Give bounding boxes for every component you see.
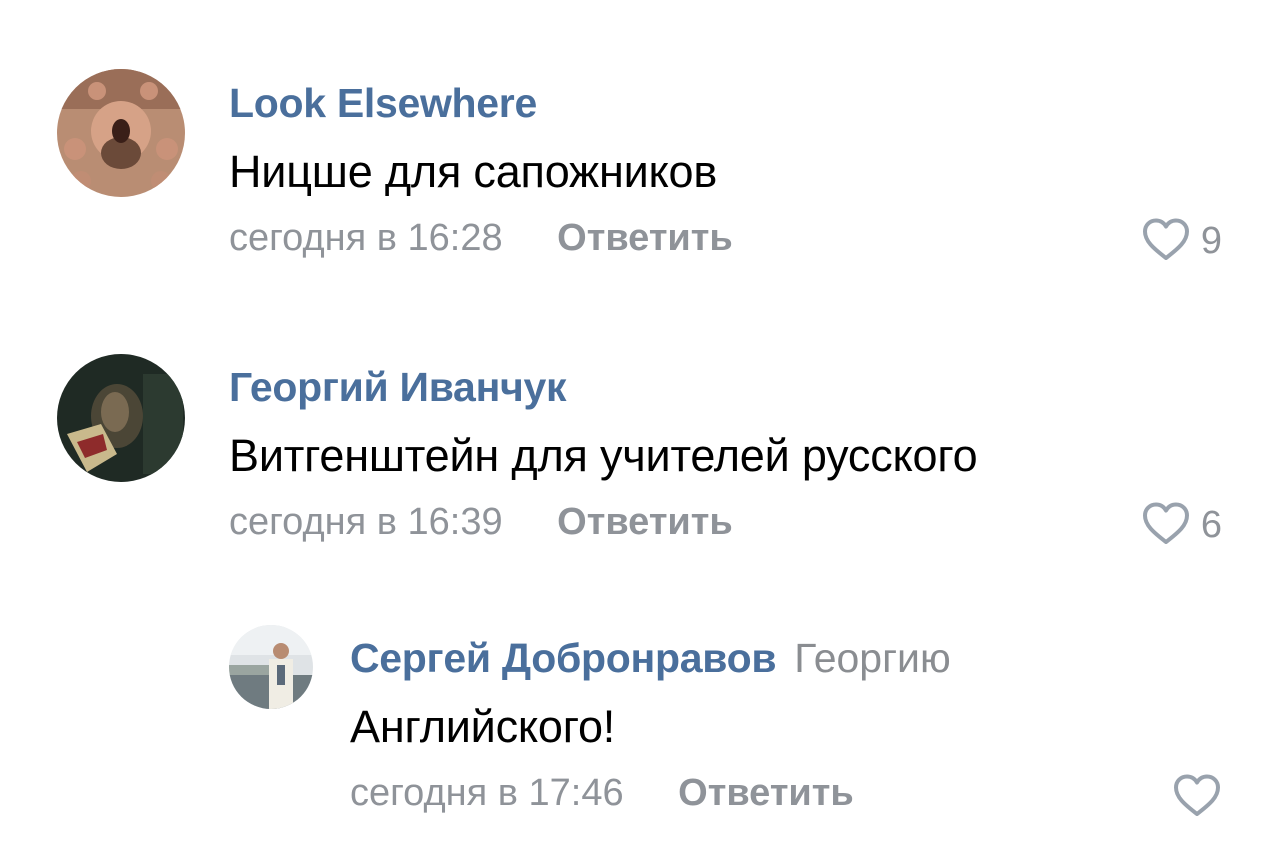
author-line: Look Elsewhere	[229, 80, 537, 127]
author-line: Георгий Иванчук	[229, 364, 567, 411]
heart-outline-icon	[1141, 216, 1191, 267]
avatar[interactable]	[57, 354, 185, 482]
comment-text: Английского!	[350, 701, 616, 752]
comment-meta: сегодня в 16:28 Ответить	[229, 217, 733, 260]
author-line: Сергей Добронравов Георгию	[350, 635, 951, 682]
reply-to-label[interactable]: Георгию	[794, 635, 950, 681]
comment-time: сегодня в 16:28	[229, 217, 503, 259]
like-count: 6	[1200, 504, 1222, 546]
avatar[interactable]	[57, 69, 185, 197]
heart-outline-icon	[1172, 772, 1222, 823]
avatar-image	[57, 69, 185, 197]
comment-time: сегодня в 17:46	[350, 772, 624, 814]
like-button[interactable]: 9	[1141, 216, 1222, 267]
reply-button[interactable]: Ответить	[557, 217, 733, 259]
comment-text: Ницше для сапожников	[229, 146, 718, 197]
avatar[interactable]	[229, 625, 313, 709]
author-name[interactable]: Георгий Иванчук	[229, 364, 567, 410]
reply-button[interactable]: Ответить	[678, 772, 854, 814]
comment-time: сегодня в 16:39	[229, 501, 503, 543]
comment-meta: сегодня в 17:46 Ответить	[350, 772, 854, 815]
heart-outline-icon	[1141, 500, 1191, 551]
like-button[interactable]: 6	[1141, 500, 1222, 551]
comment-text: Витгенштейн для учителей русского	[229, 430, 978, 481]
avatar-image	[57, 354, 185, 482]
author-name[interactable]: Сергей Добронравов	[350, 635, 777, 681]
avatar-image	[229, 625, 313, 709]
comment-meta: сегодня в 16:39 Ответить	[229, 501, 733, 544]
like-count: 9	[1200, 220, 1222, 262]
like-button[interactable]	[1172, 772, 1222, 823]
author-name[interactable]: Look Elsewhere	[229, 80, 537, 126]
reply-button[interactable]: Ответить	[557, 501, 733, 543]
